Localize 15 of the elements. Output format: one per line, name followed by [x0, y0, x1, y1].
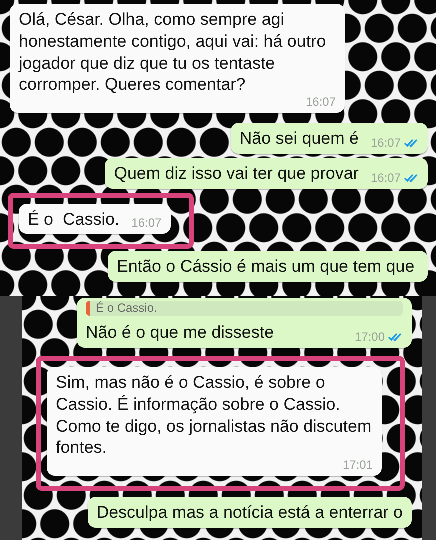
message-text: Sim, mas não é o Cassio, é sobre o Cassio. É informação sobre o Cassio. Como te digo, os jornalistas não discutem fontes. — [56, 372, 373, 460]
message-text: Quem diz isso vai ter que provar — [114, 162, 359, 184]
message-text: Olá, César. Olha, como sempre agi honestamente contigo, aqui vai: há outro jogador que diz que tu os tentaste corromper. Queres comentar? — [19, 9, 328, 96]
message-text: Então o Cássio é mais um que tem que — [117, 256, 416, 278]
message-time: 16:07 — [370, 136, 401, 149]
message-time: 16:07 — [132, 217, 162, 230]
message-time: 16:07 — [370, 172, 401, 184]
message-time: 17:01 — [342, 459, 373, 472]
message-text: Não sei quem é — [240, 128, 359, 150]
message-time: 16:07 — [306, 96, 336, 108]
message-text: Não é o que me disseste — [86, 322, 276, 344]
quoted-message: É o Cassio. — [86, 301, 403, 316]
message-text: É o Cassio. — [28, 208, 120, 230]
message-time: 17:00 — [354, 331, 385, 344]
message-text: Desculpa mas a notícia está a enterrar o — [96, 502, 403, 524]
